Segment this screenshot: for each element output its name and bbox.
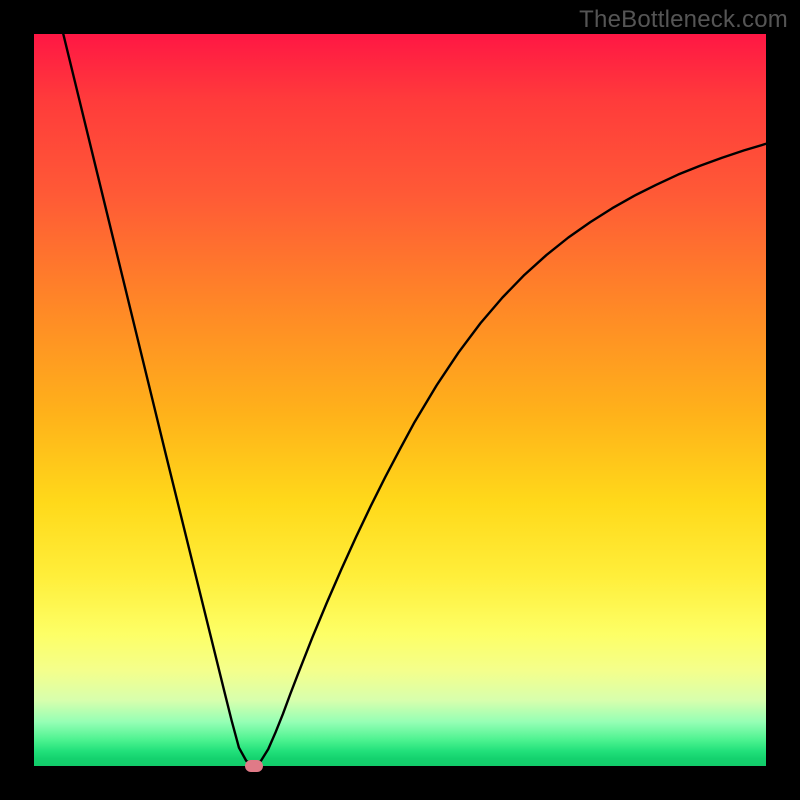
curve-path xyxy=(63,34,766,765)
attribution-watermark: TheBottleneck.com xyxy=(579,6,788,34)
chart-frame: TheBottleneck.com xyxy=(0,0,800,800)
plot-area xyxy=(34,34,766,766)
optimum-marker xyxy=(245,760,263,772)
bottleneck-curve xyxy=(34,34,766,766)
